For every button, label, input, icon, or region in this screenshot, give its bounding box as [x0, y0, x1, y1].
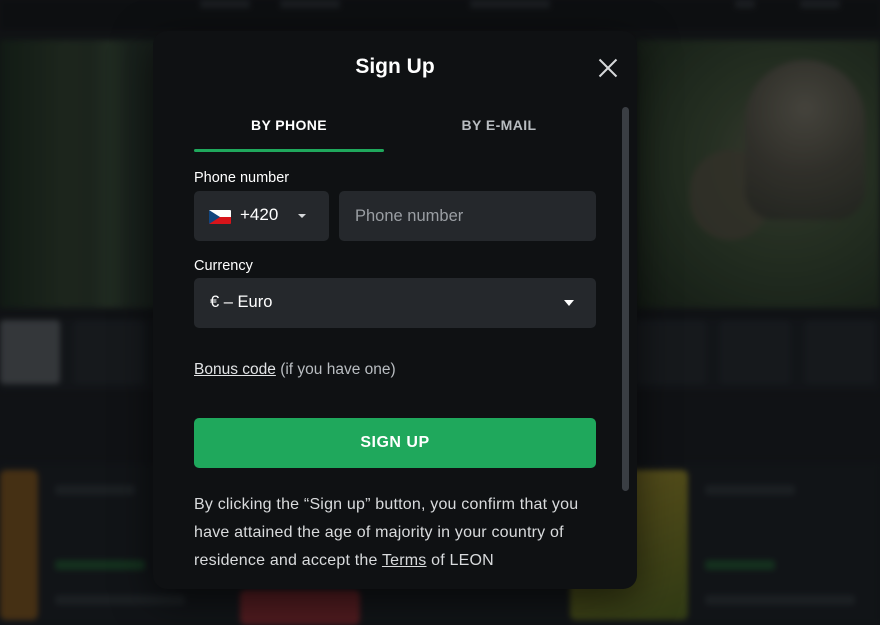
- modal-title: Sign Up: [355, 55, 435, 78]
- sign-up-button[interactable]: SIGN UP: [194, 418, 596, 468]
- country-code-value: +420: [240, 205, 279, 224]
- terms-link[interactable]: Terms: [382, 552, 427, 569]
- disclaimer-suffix: of LEON: [431, 552, 494, 569]
- chevron-down-icon: [298, 214, 306, 218]
- currency-select[interactable]: € – Euro: [194, 278, 596, 328]
- tab-by-email[interactable]: BY E-MAIL: [404, 113, 594, 153]
- signup-disclaimer: By clicking the “Sign up” button, you co…: [194, 491, 596, 575]
- modal-scrollbar[interactable]: [622, 107, 629, 491]
- phone-number-input[interactable]: [339, 191, 596, 241]
- country-code-select[interactable]: +420: [194, 191, 329, 241]
- signup-modal: Sign Up BY PHONE BY E-MAIL Phone number …: [153, 31, 637, 589]
- phone-number-label: Phone number: [194, 170, 290, 186]
- chevron-down-icon: [564, 300, 574, 306]
- bonus-code-note: (if you have one): [280, 361, 396, 378]
- currency-value: € – Euro: [210, 293, 273, 311]
- bonus-code-link[interactable]: Bonus code: [194, 361, 276, 378]
- phone-number-field[interactable]: [339, 191, 596, 241]
- active-tab-indicator: [194, 149, 384, 152]
- currency-label: Currency: [194, 258, 253, 274]
- bonus-code-row: Bonus code (if you have one): [194, 361, 396, 379]
- close-icon[interactable]: [595, 55, 621, 81]
- signup-method-tabs: BY PHONE BY E-MAIL: [194, 113, 596, 153]
- tab-by-phone[interactable]: BY PHONE: [194, 113, 384, 153]
- czech-flag-icon: [209, 210, 231, 224]
